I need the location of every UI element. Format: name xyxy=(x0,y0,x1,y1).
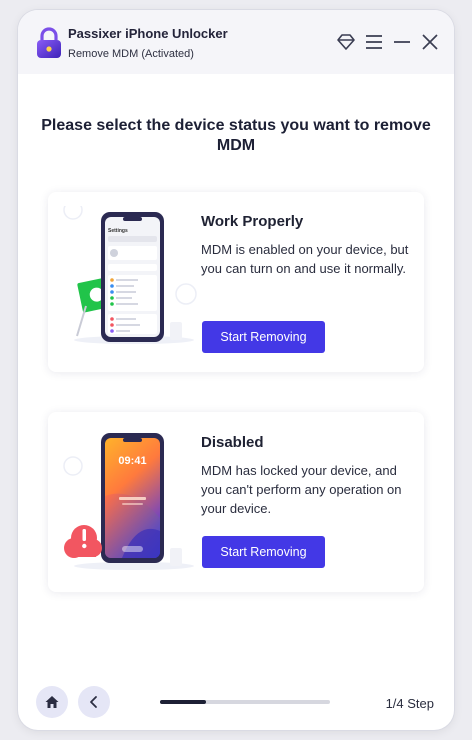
card-title: Disabled xyxy=(201,434,264,451)
card-description: MDM is enabled on your device, but you c… xyxy=(201,242,409,276)
step-progress-fill xyxy=(160,700,206,704)
close-icon[interactable] xyxy=(420,32,440,52)
page-heading: Please select the device status you want… xyxy=(41,117,431,154)
phone-locked-illustration: 09:41 xyxy=(63,433,194,570)
home-button[interactable] xyxy=(36,686,68,718)
svg-text:09:41: 09:41 xyxy=(118,455,146,467)
chevron-left-icon xyxy=(90,696,97,708)
home-icon xyxy=(45,696,59,708)
title-bar: Passixer iPhone Unlocker Remove MDM (Act… xyxy=(18,10,454,74)
disabled-card[interactable]: 09:41 Disabled MDM has locked your devic… xyxy=(48,412,424,592)
app-title: Passixer iPhone Unlocker xyxy=(68,26,228,41)
step-progress-bar xyxy=(160,700,330,704)
start-removing-button[interactable]: Start Removing xyxy=(202,536,325,568)
card-description: MDM has locked your device, and you can'… xyxy=(201,463,402,516)
card-title: Work Properly xyxy=(201,213,304,230)
work-properly-card[interactable]: Settings Work Properly MDM is enabled on… xyxy=(48,192,424,372)
back-button[interactable] xyxy=(78,686,110,718)
lock-logo-icon xyxy=(37,27,61,58)
diamond-icon[interactable] xyxy=(336,32,356,52)
mode-subtitle: Remove MDM (Activated) xyxy=(68,48,194,60)
step-indicator: 1/4 Step xyxy=(385,696,434,711)
menu-icon[interactable] xyxy=(364,32,384,52)
alert-bubble xyxy=(64,525,102,558)
app-window: Passixer iPhone Unlocker Remove MDM (Act… xyxy=(18,10,454,730)
minimize-icon[interactable] xyxy=(392,32,412,52)
start-removing-button[interactable]: Start Removing xyxy=(202,321,325,353)
phone-settings-illustration: Settings xyxy=(63,206,197,344)
svg-text:Settings: Settings xyxy=(108,228,128,234)
